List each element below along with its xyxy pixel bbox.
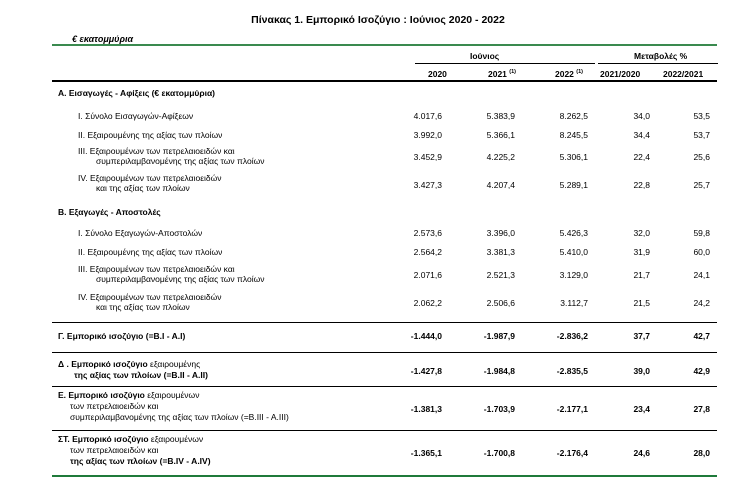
cell-2022: 5.426,3 xyxy=(559,228,588,238)
cell-2022: 8.245,5 xyxy=(559,130,588,140)
cell-chg2: 25,7 xyxy=(693,180,710,190)
cell-2020: 3.427,3 xyxy=(413,180,442,190)
cell-2020: 4.017,6 xyxy=(413,111,442,121)
balance-2021: -1.700,8 xyxy=(483,448,515,458)
section-a-title: Α. Εισαγωγές - Αφίξεις (€ εκατομμύρια) xyxy=(58,88,216,98)
balance-label: ΣΤ. Εμπορικό ισοζύγιο εξαιρουμένων xyxy=(58,434,204,444)
cell-2021: 5.383,9 xyxy=(486,111,515,121)
cell-2021: 3.396,0 xyxy=(486,228,515,238)
row-label-cont: συμπεριλαμβανομένης της αξίας των πλοίων xyxy=(96,274,265,284)
header-group-june: Ιούνιος xyxy=(470,51,500,61)
balance-2020: -1.381,3 xyxy=(410,404,442,414)
balance-d-rule xyxy=(52,352,717,353)
balance-label: Ε. Εμπορικό ισοζύγιο εξαιρουμένων xyxy=(58,390,200,400)
cell-2021: 3.381,3 xyxy=(486,247,515,257)
cell-2021: 5.366,1 xyxy=(486,130,515,140)
balance-chg2: 42,7 xyxy=(693,331,710,341)
cell-chg2: 60,0 xyxy=(693,247,710,257)
row-label-cont: και της αξίας των πλοίων xyxy=(96,302,190,312)
cell-2022: 8.262,5 xyxy=(559,111,588,121)
balance-st-rule xyxy=(52,430,717,431)
row-label: II. Εξαιρουμένης της αξίας των πλοίων xyxy=(78,130,223,140)
balance-2022: -2.835,5 xyxy=(556,366,588,376)
balance-label-cont2: συμπεριλαμβανομένης της αξίας των πλοίων… xyxy=(70,412,289,422)
balance-label: Γ. Εμπορικό ισοζύγιο (=B.I - A.I) xyxy=(58,331,186,341)
balance-2022: -2.177,1 xyxy=(556,404,588,414)
balance-2020: -1.427,8 xyxy=(410,366,442,376)
header-col-2021: 2021 (1) xyxy=(488,69,517,79)
cell-2020: 2.062,2 xyxy=(413,298,442,308)
cell-2021: 4.225,2 xyxy=(486,152,515,162)
cell-chg2: 59,8 xyxy=(693,228,710,238)
cell-2020: 2.573,6 xyxy=(413,228,442,238)
balance-2021: -1.984,8 xyxy=(483,366,515,376)
cell-chg2: 25,6 xyxy=(693,152,710,162)
balance-chg2: 42,9 xyxy=(693,366,710,376)
header-changes-rule xyxy=(598,63,718,64)
balance-label-cont2: της αξίας των πλοίων (=B.IV - A.IV) xyxy=(70,456,211,466)
cell-2020: 2.071,6 xyxy=(413,270,442,280)
balance-2021: -1.987,9 xyxy=(483,331,515,341)
cell-2020: 3.452,9 xyxy=(413,152,442,162)
balance-2022: -2.176,4 xyxy=(556,448,588,458)
cell-2021: 2.506,6 xyxy=(486,298,515,308)
balance-2020: -1.444,0 xyxy=(410,331,442,341)
row-label-cont: συμπεριλαμβανομένης της αξίας των πλοίων xyxy=(96,156,265,166)
row-label: IV. Εξαιρουμένων των πετρελαιοειδών xyxy=(78,292,222,302)
cell-2022: 3.112,7 xyxy=(560,298,588,308)
cell-chg2: 53,7 xyxy=(693,130,710,140)
balance-2020: -1.365,1 xyxy=(410,448,442,458)
cell-chg2: 24,1 xyxy=(693,270,710,280)
row-label: I. Σύνολο Εισαγωγών-Αφίξεων xyxy=(78,111,194,121)
balance-chg2: 27,8 xyxy=(693,404,710,414)
header-col-2022: 2022 (1) xyxy=(555,69,584,79)
header-bottom-rule xyxy=(52,80,717,82)
balance-e-rule xyxy=(52,386,717,387)
balance-2022: -2.836,2 xyxy=(556,331,588,341)
header-col-2020: 2020 xyxy=(428,69,447,79)
balance-g-rule xyxy=(52,322,717,323)
cell-2022: 5.410,0 xyxy=(559,247,588,257)
row-label: II. Εξαιρουμένης της αξίας των πλοίων xyxy=(78,247,223,257)
row-label: I. Σύνολο Εξαγωγών-Αποστολών xyxy=(78,228,203,238)
balance-chg2: 28,0 xyxy=(693,448,710,458)
cell-2020: 2.564,2 xyxy=(413,247,442,257)
cell-2022: 5.289,1 xyxy=(559,180,588,190)
header-col-chg-2022-2021: 2022/2021 xyxy=(663,69,704,79)
balance-label-cont: της αξίας των πλοίων (=B.II - A.II) xyxy=(74,370,208,380)
bottom-rule xyxy=(52,475,717,477)
header-june-rule xyxy=(415,63,595,64)
cell-2021: 2.521,3 xyxy=(486,270,515,280)
page-title: Πίνακας 1. Εμπορικό Ισοζύγιο : Ιούνιος 2… xyxy=(251,14,505,26)
row-label-cont: και της αξίας των πλοίων xyxy=(96,183,190,193)
cell-chg2: 53,5 xyxy=(693,111,710,121)
cell-chg2: 24,2 xyxy=(693,298,710,308)
cell-2022: 3.129,0 xyxy=(559,270,588,280)
header-col-chg-2021-2020: 2021/2020 xyxy=(600,69,641,79)
balance-2021: -1.703,9 xyxy=(483,404,515,414)
row-label: III. Εξαιρουμένων των πετρελαιοειδών και xyxy=(78,146,235,156)
row-label: III. Εξαιρουμένων των πετρελαιοειδών και xyxy=(78,264,235,274)
balance-label-cont: των πετρελαιοειδών και xyxy=(70,445,159,455)
section-b-title: Β. Εξαγωγές - Αποστολές xyxy=(58,207,161,217)
unit-label: € εκατομμύρια xyxy=(72,34,134,44)
header-group-changes: Μεταβολές % xyxy=(634,51,688,61)
balance-label: Δ . Εμπορικό ισοζύγιο εξαιρουμένης xyxy=(58,359,201,369)
top-rule xyxy=(52,44,717,46)
balance-label-cont: των πετρελαιοειδών και xyxy=(70,401,159,411)
cell-2021: 4.207,4 xyxy=(486,180,515,190)
row-label: IV. Εξαιρουμένων των πετρελαιοειδών xyxy=(78,173,222,183)
cell-2022: 5.306,1 xyxy=(559,152,588,162)
cell-2020: 3.992,0 xyxy=(413,130,442,140)
